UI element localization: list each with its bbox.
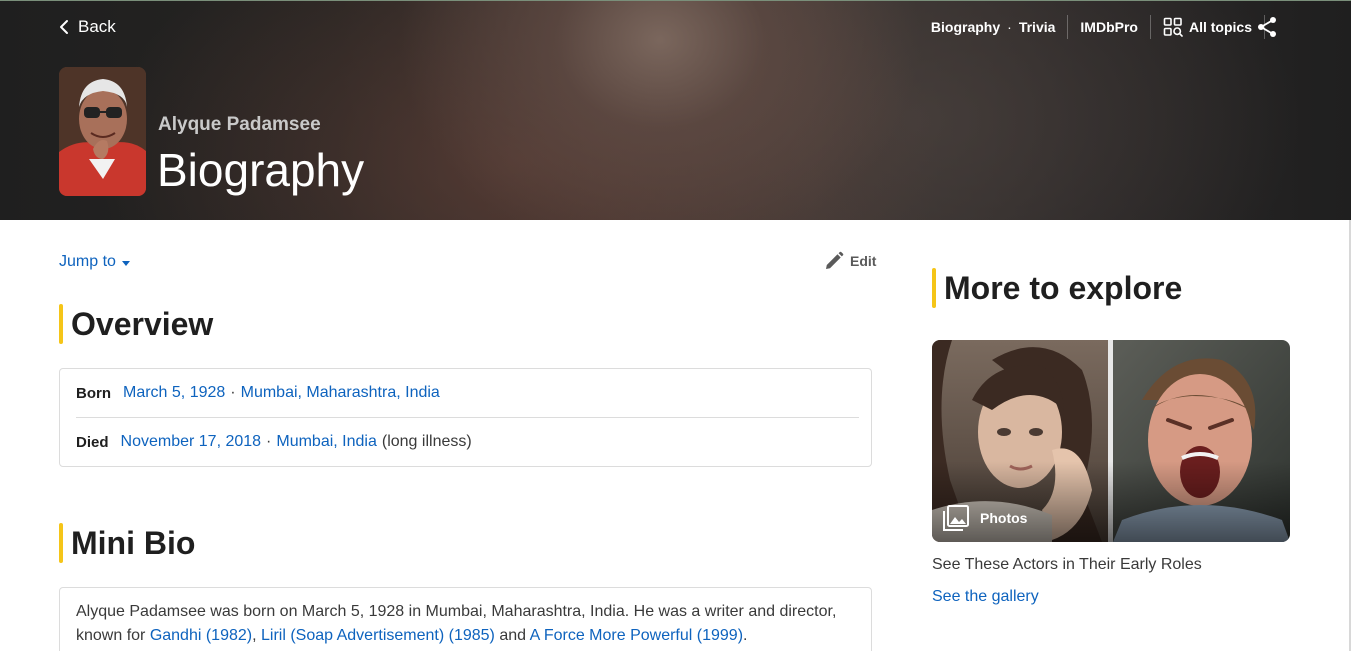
nav-divider	[1149, 15, 1151, 39]
topic-nav: Biography · Trivia IMDbPro All topics	[931, 14, 1277, 40]
explore-caption[interactable]: See These Actors in Their Early Roles	[932, 556, 1202, 574]
all-topics-button[interactable]: All topics	[1163, 17, 1252, 37]
mini-bio-text: Alyque Padamsee was born on March 5, 192…	[76, 600, 861, 648]
person-name[interactable]: Alyque Padamsee	[158, 114, 321, 136]
bio-text-part: and	[494, 627, 530, 644]
born-row: Born March 5, 1928 · Mumbai, Maharashtra…	[76, 381, 440, 405]
bio-title-link[interactable]: A Force More Powerful (1999)	[530, 627, 743, 644]
nav-biography-link[interactable]: Biography	[931, 19, 1000, 35]
nav-dot-separator: ·	[1007, 19, 1012, 35]
bio-title-link[interactable]: Liril (Soap Advertisement) (1985)	[261, 627, 495, 644]
more-to-explore-heading: More to explore	[932, 268, 1182, 308]
hero-top-border	[0, 0, 1351, 1]
heading-accent-bar	[59, 304, 63, 344]
bio-text-part: .	[743, 627, 748, 644]
page-title: Biography	[157, 144, 365, 196]
hero-banner: Back Biography · Trivia IMDbPro All topi…	[0, 0, 1351, 220]
bio-title-link[interactable]: Gandhi (1982)	[150, 627, 252, 644]
edit-button[interactable]: Edit	[824, 250, 876, 272]
person-photo[interactable]	[59, 67, 146, 196]
born-date-link[interactable]: March 5, 1928	[123, 384, 225, 402]
see-gallery-link[interactable]: See the gallery	[932, 588, 1039, 606]
heading-accent-bar	[59, 523, 63, 563]
chevron-left-icon	[60, 20, 68, 34]
all-topics-label: All topics	[1188, 19, 1252, 35]
share-icon[interactable]	[1256, 16, 1278, 38]
bio-text-part: ,	[252, 627, 261, 644]
jump-to-label: Jump to	[59, 253, 116, 270]
mini-bio-heading: Mini Bio	[59, 523, 195, 563]
image-gallery-icon	[943, 505, 969, 531]
died-place-link[interactable]: Mumbai, India	[276, 433, 377, 451]
overview-title: Overview	[71, 305, 214, 342]
back-label: Back	[78, 17, 116, 36]
nav-trivia-link[interactable]: Trivia	[1019, 19, 1056, 35]
heading-accent-bar	[932, 268, 936, 308]
mini-bio-title: Mini Bio	[71, 524, 196, 561]
caret-down-icon	[121, 260, 130, 266]
died-row: Died November 17, 2018 · Mumbai, India (…	[76, 430, 472, 454]
more-to-explore-title: More to explore	[944, 269, 1183, 306]
photos-badge-label: Photos	[980, 510, 1028, 526]
died-date-link[interactable]: November 17, 2018	[121, 433, 262, 451]
born-label: Born	[76, 384, 111, 402]
nav-divider	[1067, 15, 1069, 39]
died-label: Died	[76, 433, 109, 451]
photo-gallery-card[interactable]: Photos	[932, 340, 1290, 542]
overview-card: Born March 5, 1928 · Mumbai, Maharashtra…	[59, 368, 872, 467]
death-cause-note: (long illness)	[381, 433, 472, 450]
mini-bio-card: Alyque Padamsee was born on March 5, 192…	[59, 587, 872, 651]
grid-search-icon	[1163, 17, 1183, 37]
photos-badge: Photos	[942, 504, 1027, 532]
nav-imdbpro-link[interactable]: IMDbPro	[1080, 19, 1138, 35]
pencil-icon	[826, 251, 844, 269]
born-separator: ·	[230, 384, 236, 401]
row-divider	[76, 417, 859, 418]
back-button[interactable]: Back	[58, 16, 116, 38]
edit-label: Edit	[850, 253, 877, 269]
person-portrait-image	[59, 67, 146, 196]
died-separator: ·	[266, 433, 272, 450]
overview-heading: Overview	[59, 304, 213, 344]
jump-to-dropdown[interactable]: Jump to	[59, 251, 130, 273]
born-place-link[interactable]: Mumbai, Maharashtra, India	[241, 384, 440, 402]
